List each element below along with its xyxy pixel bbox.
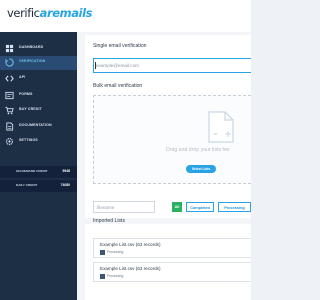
forms-icon xyxy=(5,91,14,100)
status-icon xyxy=(100,250,105,255)
status-icon xyxy=(100,274,105,279)
drop-or: or xyxy=(214,131,218,136)
email-field[interactable]: example@email.com xyxy=(93,58,251,73)
filter-placeholder: filename xyxy=(97,205,115,210)
list-name: Example List.csv (63 records) xyxy=(100,242,161,247)
logo-suffix: aremails xyxy=(39,6,93,20)
email-placeholder: example@email.com xyxy=(96,63,139,68)
verification-icon xyxy=(5,58,14,67)
filter-all-button[interactable]: All xyxy=(172,202,182,212)
select-lists-label: Select Lists xyxy=(191,167,211,171)
sidebar-item-buy-credit[interactable]: Buy Credit xyxy=(0,104,77,118)
single-verification-title: Single email verification xyxy=(93,43,147,49)
credit-value: 74080 xyxy=(60,183,70,187)
sidebar-item-label: Buy Credit xyxy=(19,107,42,111)
list-status: Processing xyxy=(107,274,124,278)
top-bar: verificaremails xyxy=(0,0,251,32)
filter-processing-button[interactable]: Processing xyxy=(218,202,251,212)
sidebar-item-dashboard[interactable]: Dashboard xyxy=(0,42,77,56)
sidebar-item-label: Verification xyxy=(19,59,46,63)
sidebar-item-settings[interactable]: Settings xyxy=(0,135,77,149)
sidebar-item-label: Dashboard xyxy=(19,45,44,49)
logo[interactable]: verificaremails xyxy=(7,6,92,22)
select-lists-button[interactable]: Select Lists xyxy=(186,165,216,173)
list-item[interactable]: Example List.csv (63 records) Processing xyxy=(93,262,251,282)
imported-lists-title: Imported Lists xyxy=(93,218,125,224)
sidebar-item-verification[interactable]: Verification xyxy=(0,56,77,70)
sidebar: Dashboard Verification API Forms Buy Cre… xyxy=(0,32,77,300)
filter-completed-button[interactable]: Completed xyxy=(186,202,214,212)
filename-filter-input[interactable]: filename xyxy=(93,201,155,213)
sidebar-item-forms[interactable]: Forms xyxy=(0,89,77,103)
sidebar-item-label: Forms xyxy=(19,92,33,96)
drop-text: Drag and drop your lists her xyxy=(166,147,231,153)
sidebar-item-api[interactable]: API xyxy=(0,72,77,86)
list-item[interactable]: Example List.csv (63 records) Processing xyxy=(93,238,251,258)
cart-icon xyxy=(5,106,14,115)
list-status: Processing xyxy=(107,250,124,254)
credit-label: Daily Credit xyxy=(16,183,38,187)
api-icon xyxy=(5,75,14,82)
dashboard-icon xyxy=(5,44,14,53)
credit-label: On-Demand Credit xyxy=(16,169,48,173)
sidebar-item-documentation[interactable]: Documentation xyxy=(0,120,77,134)
document-icon xyxy=(6,122,14,131)
logo-prefix: verific xyxy=(7,6,40,20)
file-icon xyxy=(208,111,234,143)
drop-instructions: Drag and drop your lists her xyxy=(166,147,230,153)
file-dropzone[interactable]: Drag and drop your lists her or Select L… xyxy=(93,95,251,184)
sidebar-item-label: API xyxy=(19,75,26,79)
sidebar-item-label: Settings xyxy=(19,138,38,142)
gear-icon xyxy=(5,137,14,146)
credit-value: 5948 xyxy=(62,169,70,173)
bulk-verification-title: Bulk email verification xyxy=(93,83,143,89)
daily-credit: Daily Credit 74080 xyxy=(0,180,77,192)
list-name: Example List.csv (63 records) xyxy=(100,266,161,271)
on-demand-credit: On-Demand Credit 5948 xyxy=(0,166,77,178)
sidebar-item-label: Documentation xyxy=(19,123,52,127)
